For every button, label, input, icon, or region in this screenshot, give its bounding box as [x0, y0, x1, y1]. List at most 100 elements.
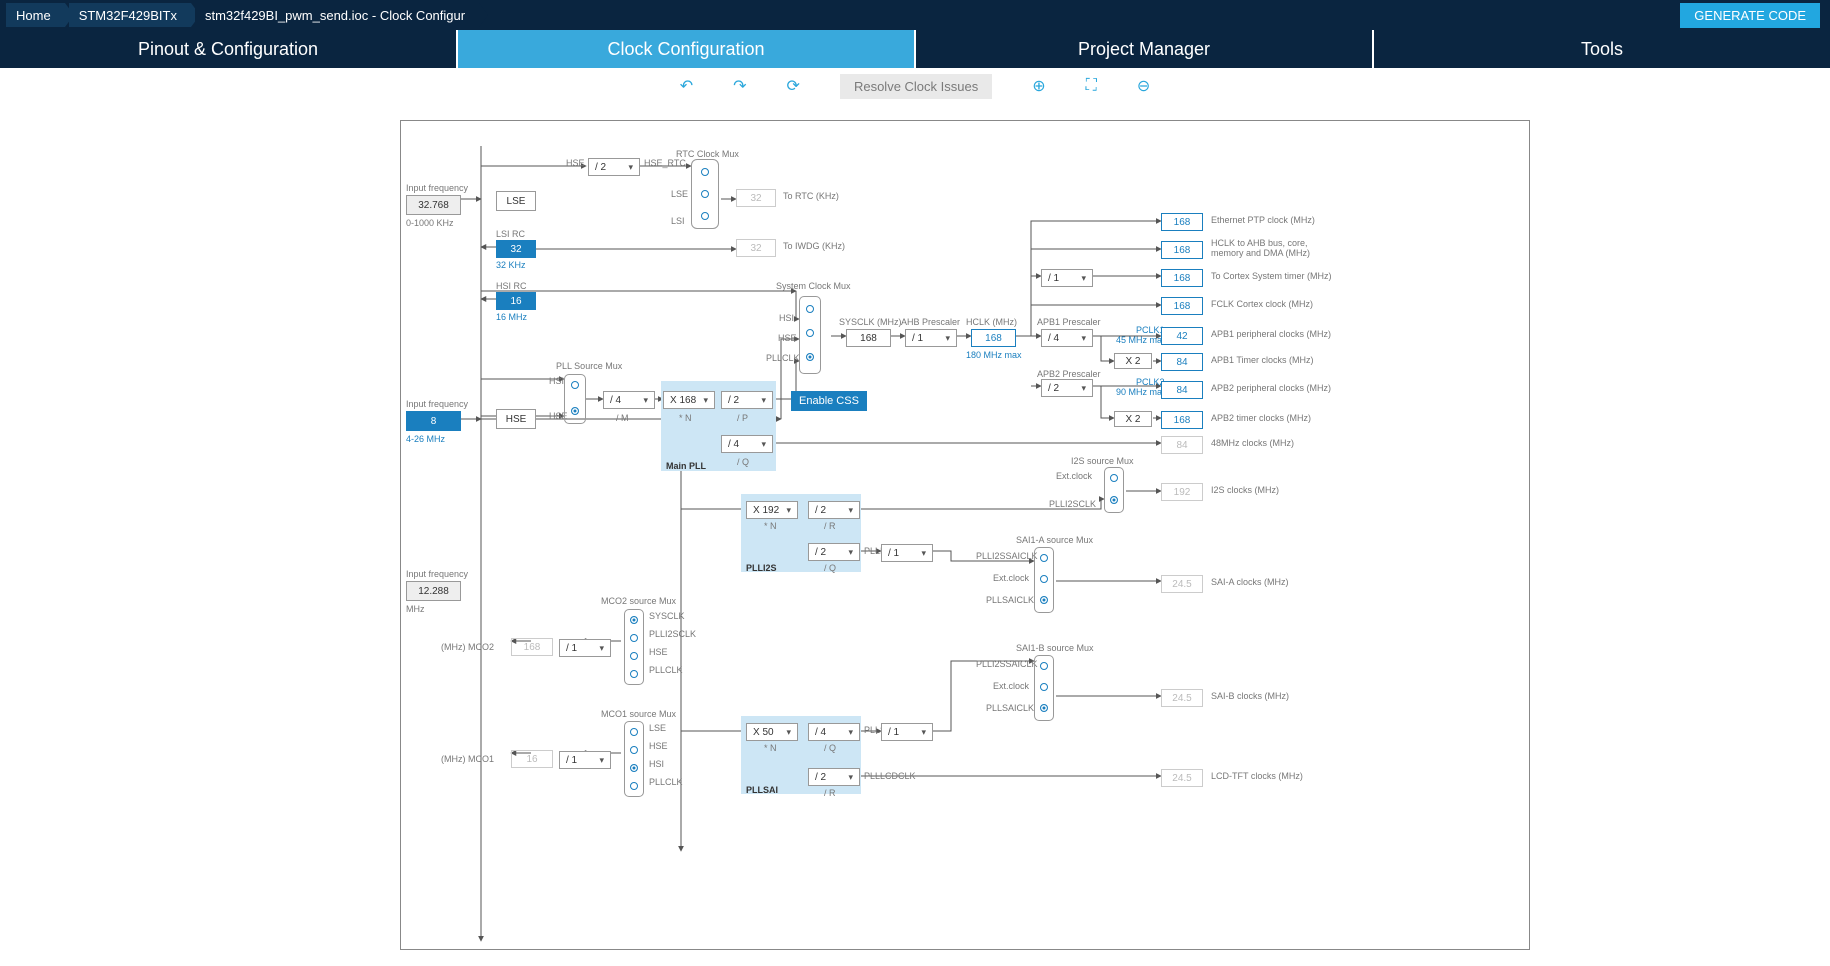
rtc-lse-lbl: LSE — [671, 189, 688, 199]
sai1a-r2[interactable] — [1040, 575, 1048, 583]
plli2s-q[interactable]: / 2 — [808, 543, 860, 561]
mco1-body[interactable] — [624, 721, 644, 797]
out-saia-val: 24.5 — [1161, 575, 1203, 593]
rtc-radio-lsi[interactable] — [701, 212, 709, 220]
pll-n[interactable]: X 168 — [663, 391, 715, 409]
enable-css-button[interactable]: Enable CSS — [791, 391, 867, 411]
generate-code-button[interactable]: GENERATE CODE — [1680, 3, 1820, 28]
i2smux-radio-plli2s[interactable] — [1110, 496, 1118, 504]
sysmux-radio-hse[interactable] — [806, 329, 814, 337]
reset-icon[interactable]: ⟳ — [787, 76, 800, 96]
mco1-r4[interactable] — [630, 782, 638, 790]
mco1-val: 16 — [511, 750, 553, 768]
sai1b-pllsai: PLLSAICLK — [986, 703, 1034, 713]
pllsai-q-lbl: / Q — [824, 743, 836, 753]
out-eth-val: 168 — [1161, 213, 1203, 231]
cortex-div[interactable]: / 1 — [1041, 269, 1093, 287]
out-apb1per-val: 42 — [1161, 327, 1203, 345]
pll-q[interactable]: / 4 — [721, 435, 773, 453]
mco2-r2[interactable] — [630, 634, 638, 642]
pllsrc-radio-hsi[interactable] — [571, 381, 579, 389]
sysmux-hsi: HSI — [779, 313, 794, 323]
pllsrc-hsi: HSI — [549, 376, 564, 386]
rtc-mux[interactable] — [691, 159, 719, 229]
sai1b-r1[interactable] — [1040, 662, 1048, 670]
sai1a-title: SAI1-A source Mux — [1016, 535, 1093, 545]
tab-pinout[interactable]: Pinout & Configuration — [0, 30, 458, 68]
sai1a-plli2s: PLLI2SSAICLK — [976, 551, 1038, 561]
connectors — [401, 121, 1530, 950]
mco1-div[interactable]: / 1 — [559, 751, 611, 769]
pll-m[interactable]: / 4 — [603, 391, 655, 409]
zoom-in-icon[interactable]: ⊕ — [1032, 76, 1045, 96]
tab-tools[interactable]: Tools — [1374, 30, 1830, 68]
sysmux-radio-pllclk[interactable] — [806, 353, 814, 361]
pllsai-r[interactable]: / 2 — [808, 768, 860, 786]
plli2s-n[interactable]: X 192 — [746, 501, 798, 519]
hsi-val: 16 — [496, 292, 536, 310]
i2smux-body[interactable] — [1104, 467, 1124, 513]
sysmux-body[interactable] — [799, 296, 821, 374]
tab-project[interactable]: Project Manager — [916, 30, 1374, 68]
pclk2-max: 90 MHz max — [1116, 387, 1167, 397]
input-freq-1-label: Input frequency — [406, 183, 468, 193]
sai1b-title: SAI1-B source Mux — [1016, 643, 1094, 653]
input-freq-2-value[interactable]: 8 — [406, 411, 461, 431]
mco2-r4[interactable] — [630, 670, 638, 678]
tab-clock[interactable]: Clock Configuration — [458, 30, 916, 68]
mco2-lbl: (MHz) MCO2 — [441, 642, 494, 652]
sai1a-r1[interactable] — [1040, 554, 1048, 562]
mco1-r1[interactable] — [630, 728, 638, 736]
zoom-out-icon[interactable]: ⊖ — [1137, 76, 1150, 96]
pllsaiq-div[interactable]: / 1 — [881, 723, 933, 741]
mco1-r2[interactable] — [630, 746, 638, 754]
out-saia-lbl: SAI-A clocks (MHz) — [1211, 577, 1289, 587]
i2smux-radio-ext[interactable] — [1110, 474, 1118, 482]
plli2s-r[interactable]: / 2 — [808, 501, 860, 519]
pll-p[interactable]: / 2 — [721, 391, 773, 409]
mco2-div[interactable]: / 1 — [559, 639, 611, 657]
undo-icon[interactable]: ↶ — [680, 76, 693, 96]
out-48m-lbl: 48MHz clocks (MHz) — [1211, 438, 1294, 448]
sysmux-radio-hsi[interactable] — [806, 305, 814, 313]
apb1-div[interactable]: / 4 — [1041, 329, 1093, 347]
hclk-val[interactable]: 168 — [971, 329, 1016, 347]
breadcrumb-mcu[interactable]: STM32F429BITx — [69, 3, 191, 27]
rtc-hse-div[interactable]: / 2 — [588, 158, 640, 176]
breadcrumb-home[interactable]: Home — [6, 3, 65, 27]
mco2-plli2s: PLLI2SCLK — [649, 629, 696, 639]
hse-block: HSE — [496, 409, 536, 429]
mco2-val: 168 — [511, 638, 553, 656]
mco1-r3[interactable] — [630, 764, 638, 772]
pllsai-q[interactable]: / 4 — [808, 723, 860, 741]
pllsrc-title: PLL Source Mux — [556, 361, 622, 371]
mco2-body[interactable] — [624, 609, 644, 685]
pclk1-max: 45 MHz max — [1116, 335, 1167, 345]
mco2-r3[interactable] — [630, 652, 638, 660]
mco2-r1[interactable] — [630, 616, 638, 624]
lse-block: LSE — [496, 191, 536, 211]
pllsrc-radio-hse[interactable] — [571, 407, 579, 415]
sysmux-pllclk: PLLCLK — [766, 353, 800, 363]
redo-icon[interactable]: ↷ — [733, 76, 746, 96]
apb2-div[interactable]: / 2 — [1041, 379, 1093, 397]
clock-diagram-canvas[interactable]: Input frequency 32.768 0-1000 KHz Input … — [400, 120, 1530, 950]
ahb-presc[interactable]: / 1 — [905, 329, 957, 347]
input-freq-1-range: 0-1000 KHz — [406, 218, 454, 228]
plli2sqclk-div[interactable]: / 1 — [881, 544, 933, 562]
sai1a-body[interactable] — [1034, 547, 1054, 613]
sai1a-r3[interactable] — [1040, 596, 1048, 604]
input-freq-3-value[interactable]: 12.288 — [406, 581, 461, 601]
mco1-hsi: HSI — [649, 759, 664, 769]
rtc-radio-lse[interactable] — [701, 190, 709, 198]
sai1b-body[interactable] — [1034, 655, 1054, 721]
pllsrc-mux[interactable] — [564, 374, 586, 424]
sai1b-r2[interactable] — [1040, 683, 1048, 691]
fit-icon[interactable]: ⛶ — [1086, 77, 1097, 95]
input-freq-1-value[interactable]: 32.768 — [406, 195, 461, 215]
pllsai-n[interactable]: X 50 — [746, 723, 798, 741]
sysclk-lbl: SYSCLK (MHz) — [839, 317, 902, 327]
resolve-issues-button[interactable]: Resolve Clock Issues — [840, 74, 992, 99]
rtc-radio-hse[interactable] — [701, 168, 709, 176]
sai1b-r3[interactable] — [1040, 704, 1048, 712]
